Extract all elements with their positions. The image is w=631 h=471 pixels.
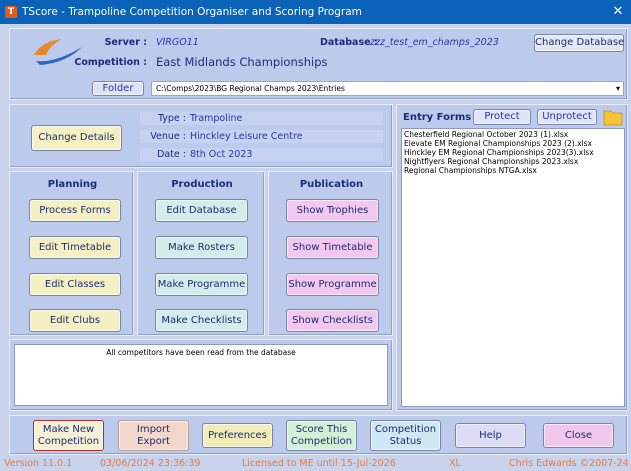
planning-title: Planning	[47, 179, 98, 190]
score-competition-button[interactable]: Score This Competition	[286, 420, 357, 451]
list-item[interactable]: Chesterfield Regional October 2023 (1).x…	[404, 130, 622, 139]
version-text: Version 11.0.1	[4, 458, 73, 469]
edit-database-button[interactable]: Edit Database	[155, 199, 248, 222]
dropdown-arrow-icon: ▾	[615, 84, 620, 93]
entry-forms-list[interactable]: Chesterfield Regional October 2023 (1).x…	[401, 128, 625, 407]
server-label: Server :	[104, 37, 147, 48]
message-panel: All competitors have been read from the …	[9, 339, 393, 411]
change-database-button[interactable]: Change Database	[534, 34, 624, 52]
venue-label: Venue :	[150, 131, 186, 142]
list-item[interactable]: Hinckley EM Regional Championships 2023(…	[404, 148, 622, 157]
type-label: Type :	[157, 113, 186, 124]
production-panel: Production Edit Database Make Rosters Ma…	[137, 171, 265, 336]
message-box: All competitors have been read from the …	[14, 344, 388, 406]
export-label: Export	[137, 436, 170, 447]
window-title: TScore - Trampoline Competition Organise…	[22, 6, 362, 18]
competition-value: East Midlands Championships	[156, 55, 328, 69]
make-rosters-button[interactable]: Make Rosters	[155, 236, 248, 259]
import-export-button[interactable]: Import Export	[118, 420, 189, 451]
protect-button[interactable]: Protect	[473, 109, 531, 125]
xl-text: XL	[449, 458, 461, 469]
change-details-button[interactable]: Change Details	[31, 125, 122, 151]
production-title: Production	[171, 179, 233, 190]
folder-path-select[interactable]: C:\Comps\2023\BG Regional Champs 2023\En…	[151, 81, 624, 96]
import-label: Import	[136, 424, 171, 435]
publication-panel: Publication Show Trophies Show Timetable…	[268, 171, 393, 336]
folder-path-value: C:\Comps\2023\BG Regional Champs 2023\En…	[156, 84, 345, 93]
list-item[interactable]: Nightflyers Regional Championships 2023.…	[404, 157, 622, 166]
datetime-text: 03/06/2024 23:36:39	[100, 458, 201, 469]
entry-forms-panel: Entry Forms Protect Unprotect Chesterfie…	[396, 104, 628, 411]
make-new-competition-button[interactable]: Make New Competition	[33, 420, 104, 451]
title-bar: T TScore - Trampoline Competition Organi…	[0, 0, 631, 24]
message-text: All competitors have been read from the …	[106, 348, 296, 357]
entry-forms-title: Entry Forms	[403, 112, 472, 123]
make-checklists-button[interactable]: Make Checklists	[155, 309, 248, 332]
preferences-button[interactable]: Preferences	[202, 423, 273, 448]
show-timetable-button[interactable]: Show Timetable	[286, 236, 379, 259]
make-new-competition-line1: Make New	[42, 424, 95, 435]
edit-classes-button[interactable]: Edit Classes	[29, 273, 121, 296]
make-new-competition-line2: Competition	[37, 436, 100, 447]
unprotect-button[interactable]: Unprotect	[537, 109, 597, 125]
window-close-button[interactable]: ✕	[608, 0, 628, 24]
show-programme-button[interactable]: Show Programme	[286, 273, 379, 296]
process-forms-button[interactable]: Process Forms	[29, 199, 121, 222]
server-value: VIRGO11	[156, 37, 199, 48]
make-programme-button[interactable]: Make Programme	[155, 273, 248, 296]
edit-clubs-button[interactable]: Edit Clubs	[29, 309, 121, 332]
venue-row: Venue : Hinckley Leisure Centre	[140, 130, 383, 143]
status-line2: Status	[389, 436, 422, 447]
show-checklists-button[interactable]: Show Checklists	[286, 309, 379, 332]
venue-value: Hinckley Leisure Centre	[190, 131, 303, 142]
list-item[interactable]: Regional Championships NTGA.xlsx	[404, 166, 622, 175]
planning-panel: Planning Process Forms Edit Timetable Ed…	[9, 171, 134, 336]
competition-status-button[interactable]: Competition Status	[370, 420, 441, 451]
app-icon: T	[5, 6, 17, 18]
score-line1: Score This	[295, 424, 348, 435]
score-line2: Competition	[290, 436, 353, 447]
database-value: zzz_test_em_champs_2023	[370, 37, 499, 48]
details-panel: Change Details Type : Trampoline Venue :…	[9, 104, 393, 168]
show-trophies-button[interactable]: Show Trophies	[286, 199, 379, 222]
status-line1: Competition	[374, 424, 437, 435]
folder-button[interactable]: Folder	[92, 81, 144, 96]
close-button[interactable]: Close	[543, 423, 614, 448]
competition-label: Competition :	[74, 57, 147, 68]
help-button[interactable]: Help	[455, 423, 526, 448]
type-value: Trampoline	[190, 113, 243, 124]
edit-timetable-button[interactable]: Edit Timetable	[29, 236, 121, 259]
copyright-text: Chris Edwards ©2007-24	[509, 458, 629, 469]
date-value: 8th Oct 2023	[190, 149, 253, 160]
date-row: Date : 8th Oct 2023	[140, 148, 383, 161]
list-item[interactable]: Elevate EM Regional Championships 2023 (…	[404, 139, 622, 148]
header-panel: Server : VIRGO11 Database : zzz_test_em_…	[9, 28, 628, 100]
license-text: Licensed to ME until 15-Jul-2026	[242, 458, 396, 469]
bottom-bar: Make New Competition Import Export Prefe…	[9, 415, 628, 455]
date-label: Date :	[157, 149, 186, 160]
type-row: Type : Trampoline	[140, 112, 383, 125]
status-bar: Version 11.0.1 03/06/2024 23:36:39 Licen…	[0, 457, 631, 471]
folder-icon[interactable]	[603, 108, 623, 126]
publication-title: Publication	[299, 179, 364, 190]
